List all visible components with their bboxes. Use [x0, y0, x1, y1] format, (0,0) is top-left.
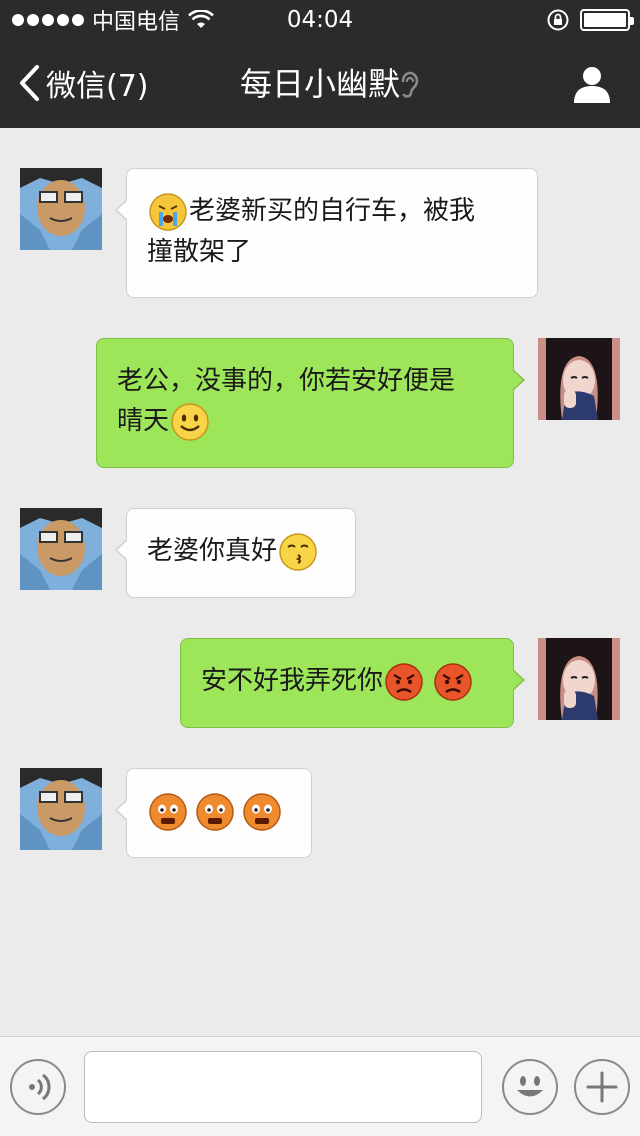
cartoon-avatar-image: [20, 508, 102, 590]
voice-icon: [29, 1073, 51, 1101]
message-bubble-incoming[interactable]: 老婆新买的自行车，被我 撞散架了: [115, 168, 538, 298]
chat-area[interactable]: 老婆新买的自行车，被我 撞散架了 老公，没事的，你若安好便是 晴天 老婆你真好 …: [0, 128, 640, 1036]
message-bubble-incoming[interactable]: 老婆你真好: [115, 508, 356, 598]
girl-avatar-image: [538, 638, 620, 720]
my-avatar[interactable]: [538, 638, 620, 720]
crying-face-emoji-icon: [149, 192, 187, 231]
message-text-line2: 撞散架了: [147, 236, 252, 267]
message-text-line1: 老公，没事的，你若安好便是: [117, 366, 456, 396]
kiss-face-emoji-icon: [279, 532, 317, 571]
scared-face-emoji-icon: [196, 792, 234, 831]
smile-face-emoji-icon: [171, 402, 209, 441]
cartoon-avatar-image: [20, 768, 102, 850]
message-bubble-outgoing[interactable]: 安不好我弄死你: [180, 638, 525, 728]
status-time: 04:04: [286, 7, 354, 33]
earpiece-mode-icon: [401, 71, 419, 98]
user-profile-icon[interactable]: [572, 64, 612, 104]
girl-avatar-image: [538, 338, 620, 420]
cartoon-avatar-image: [20, 168, 102, 250]
sender-avatar[interactable]: [20, 168, 102, 250]
chat-title: 每日小幽默: [239, 65, 400, 103]
message-bubble-incoming[interactable]: [115, 768, 312, 858]
message-text: 老婆你真好: [147, 536, 278, 566]
battery-icon: [580, 9, 634, 31]
nav-bar: 微信(7) 每日小幽默: [0, 40, 640, 128]
voice-input-button[interactable]: [10, 1059, 66, 1115]
my-avatar[interactable]: [538, 338, 620, 420]
input-bar: [0, 1036, 640, 1136]
scared-face-emoji-icon: [243, 792, 281, 831]
sender-avatar[interactable]: [20, 508, 102, 590]
message-text: 安不好我弄死你: [201, 666, 384, 696]
plus-icon: [586, 1071, 618, 1103]
scared-face-emoji-icon: [149, 792, 187, 831]
emoji-button[interactable]: [502, 1059, 558, 1115]
angry-face-emoji-icon: [385, 662, 423, 701]
status-bar: 中国电信 04:04: [0, 0, 640, 40]
more-actions-button[interactable]: [574, 1059, 630, 1115]
emoji-face-icon: [517, 1076, 543, 1097]
rotation-lock-icon: [547, 9, 569, 31]
message-input[interactable]: [84, 1051, 482, 1123]
message-text-line1: 老婆新买的自行车，被我: [189, 196, 476, 226]
sender-avatar[interactable]: [20, 768, 102, 850]
message-text-line2: 晴天: [117, 406, 170, 436]
status-right: [546, 7, 634, 33]
message-bubble-outgoing[interactable]: 老公，没事的，你若安好便是 晴天: [96, 338, 525, 468]
angry-face-emoji-icon: [434, 662, 472, 701]
